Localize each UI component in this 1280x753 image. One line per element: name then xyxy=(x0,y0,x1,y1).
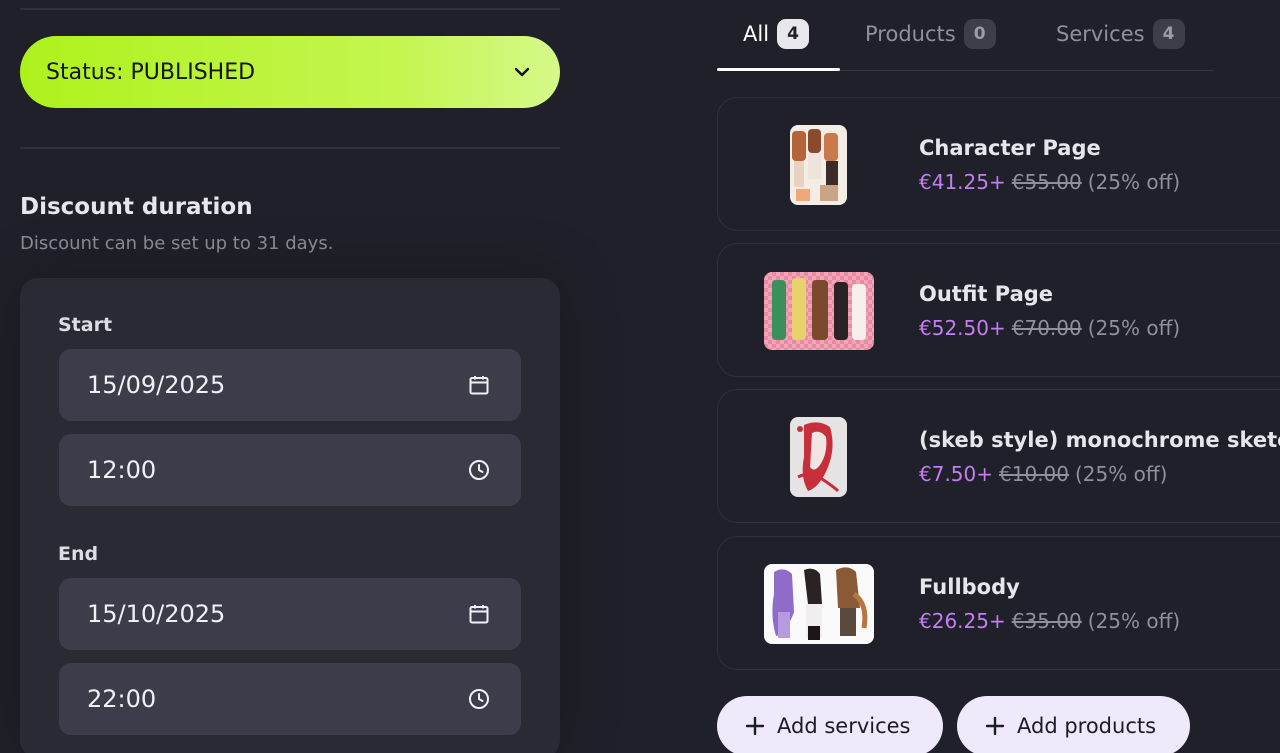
tab-label: Products xyxy=(865,22,956,46)
original-price: €70.00 xyxy=(1011,316,1082,340)
list-item[interactable]: (skeb style) monochrome sketch €7.50+ €10… xyxy=(717,389,1280,523)
chevron-down-icon xyxy=(514,67,530,77)
end-time-value: 22:00 xyxy=(87,685,157,713)
discounted-price: €52.50+ xyxy=(919,316,1006,340)
item-price: €26.25+ €35.00 (25% off) xyxy=(919,609,1180,633)
tab-products[interactable]: Products 0 xyxy=(865,16,996,52)
top-divider xyxy=(20,8,560,10)
clock-icon[interactable] xyxy=(467,687,491,711)
plus-icon xyxy=(985,716,1005,736)
status-dropdown[interactable]: Status: PUBLISHED xyxy=(20,36,560,108)
discount-percent: (25% off) xyxy=(1087,316,1181,340)
list-item[interactable]: Outfit Page €52.50+ €70.00 (25% off) xyxy=(717,243,1280,377)
count-badge: 4 xyxy=(1152,19,1185,49)
count-badge: 0 xyxy=(963,19,996,49)
tab-services[interactable]: Services 4 xyxy=(1056,16,1185,52)
tab-all[interactable]: All 4 xyxy=(743,16,810,52)
item-name: Fullbody xyxy=(919,575,1020,599)
add-products-label: Add products xyxy=(1017,714,1157,738)
tab-label: Services xyxy=(1056,22,1145,46)
end-date-value: 15/10/2025 xyxy=(87,600,226,628)
clock-icon[interactable] xyxy=(467,458,491,482)
count-badge: 4 xyxy=(777,19,810,49)
end-label: End xyxy=(58,543,99,565)
section-divider xyxy=(20,147,560,149)
calendar-icon[interactable] xyxy=(467,373,491,397)
item-name: Outfit Page xyxy=(919,282,1054,306)
discount-percent: (25% off) xyxy=(1087,609,1181,633)
start-label: Start xyxy=(58,314,113,336)
end-time-input[interactable]: 22:00 xyxy=(59,663,521,735)
start-date-input[interactable]: 15/09/2025 xyxy=(59,349,521,421)
discounted-price: €41.25+ xyxy=(919,170,1006,194)
outfit-page-thumbnail xyxy=(764,272,874,350)
status-label: Status: PUBLISHED xyxy=(46,59,256,85)
original-price: €55.00 xyxy=(1011,170,1082,194)
discount-percent: (25% off) xyxy=(1087,170,1181,194)
active-tab-indicator xyxy=(717,68,840,71)
item-price: €7.50+ €10.00 (25% off) xyxy=(919,462,1167,486)
original-price: €10.00 xyxy=(999,462,1069,486)
calendar-icon[interactable] xyxy=(467,602,491,626)
item-name: (skeb style) monochrome sketch xyxy=(919,428,1280,452)
start-date-value: 15/09/2025 xyxy=(87,371,226,399)
original-price: €35.00 xyxy=(1011,609,1082,633)
start-time-input[interactable]: 12:00 xyxy=(59,434,521,506)
add-products-button[interactable]: Add products xyxy=(957,696,1190,753)
item-price: €41.25+ €55.00 (25% off) xyxy=(919,170,1180,194)
item-name: Character Page xyxy=(919,136,1101,160)
list-item[interactable]: Fullbody €26.25+ €35.00 (25% off) xyxy=(717,536,1280,670)
list-item[interactable]: Character Page €41.25+ €55.00 (25% off) xyxy=(717,97,1280,231)
monochrome-sketch-thumbnail xyxy=(790,417,847,497)
tab-label: All xyxy=(743,22,770,46)
fullbody-thumbnail xyxy=(764,564,874,644)
discounted-price: €7.50+ xyxy=(919,462,994,486)
add-services-label: Add services xyxy=(777,714,911,738)
item-type-tabs: All 4 Products 0 Services 4 xyxy=(717,0,1214,72)
discount-duration-subtitle: Discount can be set up to 31 days. xyxy=(20,233,334,254)
discount-settings-panel: Status: PUBLISHED Discount duration Disc… xyxy=(0,0,638,753)
plus-icon xyxy=(745,716,765,736)
end-date-input[interactable]: 15/10/2025 xyxy=(59,578,521,650)
item-price: €52.50+ €70.00 (25% off) xyxy=(919,316,1180,340)
add-services-button[interactable]: Add services xyxy=(717,696,943,753)
discounted-price: €26.25+ xyxy=(919,609,1006,633)
start-time-value: 12:00 xyxy=(87,456,157,484)
character-page-thumbnail xyxy=(790,125,847,205)
discount-percent: (25% off) xyxy=(1075,462,1168,486)
discount-duration-title: Discount duration xyxy=(20,194,253,220)
